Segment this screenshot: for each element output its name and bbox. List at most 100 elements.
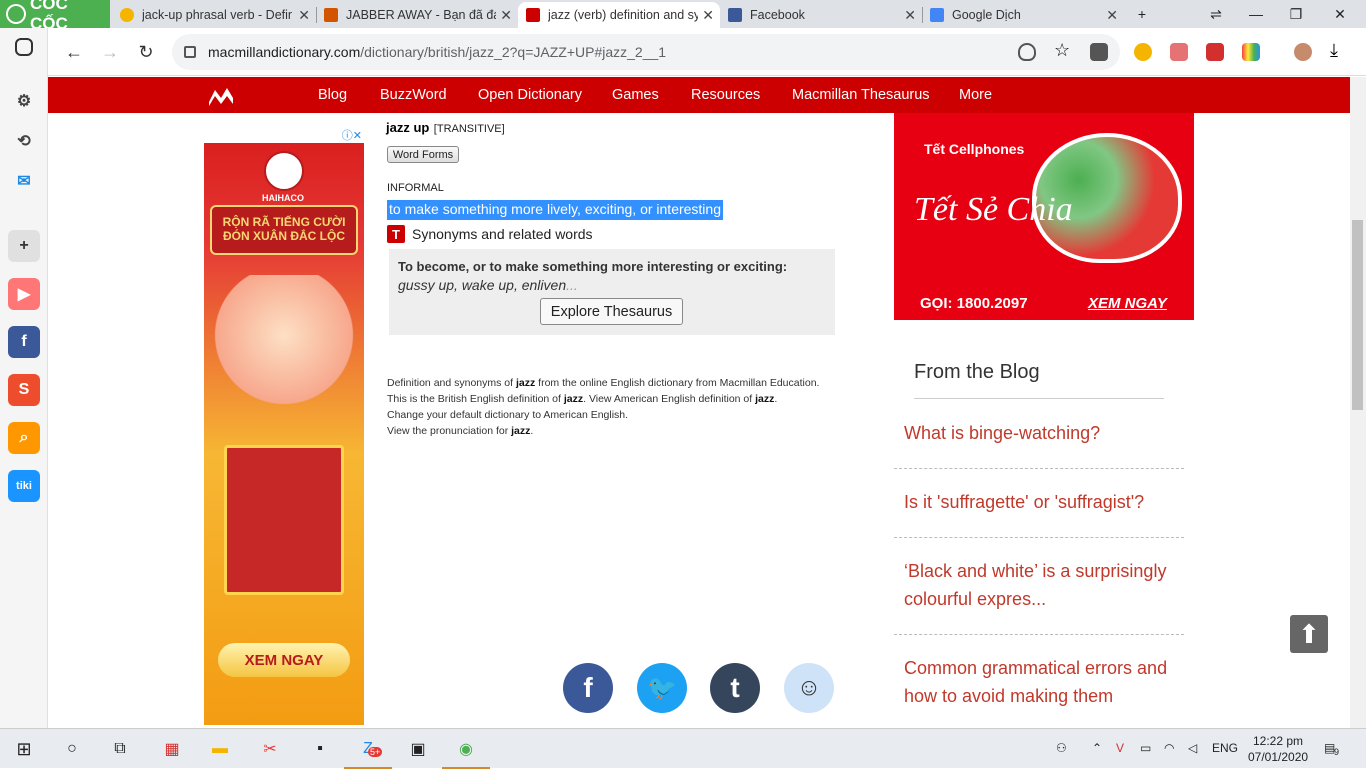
notification-icon[interactable]: ▤ 9 — [1324, 741, 1339, 757]
adchoices-icon[interactable]: ⓘ✕ — [342, 127, 362, 143]
language-indicator[interactable]: ENG — [1212, 741, 1238, 755]
blog-link[interactable]: ‘Black and white’ is a surprisingly colo… — [904, 557, 1184, 613]
ad-cta-button[interactable]: XEM NGAY — [218, 643, 350, 677]
new-tab-button[interactable]: + — [1122, 0, 1162, 28]
change-dictionary-link[interactable]: Change your default dictionary to Americ… — [387, 407, 857, 423]
maximize-button[interactable]: ❐ — [1276, 0, 1316, 28]
settings-gear-icon[interactable]: ⚙ — [8, 85, 40, 117]
tab-google-translate[interactable]: Google Dịch ✕ — [922, 2, 1124, 28]
search-circle-icon[interactable]: ○ — [58, 735, 86, 763]
thesaurus-heading: To become, or to make something more int… — [398, 259, 788, 274]
coccoc-logo[interactable]: CỐC CỐC — [0, 0, 110, 33]
task-view-icon[interactable]: ⧉ — [106, 735, 134, 763]
sticky-notes-icon[interactable]: ▪ — [306, 735, 334, 763]
facebook-share-icon[interactable]: f — [563, 663, 613, 713]
blog-link[interactable]: Is it 'suffragette' or 'suffragist'? — [904, 488, 1184, 516]
tumblr-share-icon[interactable]: t — [710, 663, 760, 713]
page-scrollbar[interactable] — [1350, 77, 1366, 728]
volume-icon[interactable]: ◁ — [1188, 741, 1197, 755]
history-icon[interactable]: ⟲ — [8, 125, 40, 157]
back-button[interactable]: ← — [60, 38, 88, 66]
coccoc-taskbar-icon[interactable]: ◉ — [442, 735, 490, 769]
word-forms-button[interactable]: Word Forms — [387, 146, 459, 163]
american-definition-link[interactable]: . View American English definition of — [583, 393, 755, 405]
thesaurus-word-list[interactable]: gussy up, wake up, enliven — [398, 277, 566, 293]
tab-jabber-away[interactable]: JABBER AWAY - Bạn đã đánh ✕ — [316, 2, 518, 28]
tray-chevron-icon[interactable]: ⌃ — [1092, 741, 1102, 755]
search-app-icon[interactable]: ⌕ — [8, 422, 40, 454]
close-icon[interactable]: ✕ — [702, 7, 714, 24]
store-app-icon[interactable]: ▣ — [404, 735, 432, 763]
tiki-icon[interactable]: tiki — [8, 470, 40, 502]
left-ad-banner[interactable]: ⓘ✕ HAIHACO RỘN RÃ TIẾNG CƯỜI ĐÓN XUÂN ĐẮ… — [204, 125, 364, 725]
close-icon[interactable]: ✕ — [1106, 7, 1118, 24]
zalo-app-icon[interactable]: Z5+ — [344, 735, 392, 769]
footnote-line-4[interactable]: View the pronunciation for jazz. — [387, 423, 857, 439]
shopee-icon[interactable]: S — [8, 374, 40, 406]
tab-facebook[interactable]: Facebook ✕ — [720, 2, 922, 28]
shield-icon[interactable] — [1018, 43, 1036, 61]
youtube-icon[interactable]: ▶ — [8, 278, 40, 310]
paint-app-icon[interactable]: ▦ — [158, 735, 186, 763]
scrollbar-thumb[interactable] — [1352, 220, 1363, 410]
forward-button[interactable]: → — [96, 38, 124, 66]
close-icon[interactable]: ✕ — [298, 7, 310, 24]
profile-avatar[interactable] — [1294, 43, 1312, 61]
minimize-button[interactable]: — — [1236, 0, 1276, 28]
footnote-word[interactable]: jazz — [755, 393, 774, 405]
wifi-icon[interactable]: ◠ — [1164, 741, 1174, 755]
unikey-icon[interactable]: V — [1116, 741, 1124, 755]
footnote-word[interactable]: jazz — [511, 425, 530, 437]
taskbar-clock[interactable]: 12:22 pm 07/01/2020 — [1248, 733, 1308, 765]
clock-date: 07/01/2020 — [1248, 750, 1309, 764]
pronunciation-link[interactable]: View the pronunciation for — [387, 425, 511, 437]
synonyms-link[interactable]: T Synonyms and related words — [387, 225, 593, 243]
messenger-icon[interactable]: ✉ — [8, 165, 40, 197]
tab-jazz-active[interactable]: jazz (verb) definition and sy ✕ — [518, 2, 720, 28]
download-arrow-icon[interactable]: ⤓ — [1330, 40, 1348, 60]
address-bar[interactable]: macmillandictionary.com/dictionary/briti… — [172, 34, 1120, 70]
download-icon[interactable] — [1090, 43, 1108, 61]
close-icon[interactable]: ✕ — [500, 7, 512, 24]
tab-title: jazz (verb) definition and sy — [548, 8, 698, 22]
browser-sidebar: ⚙ ⟲ ✉ + ▶ f S ⌕ tiki — [0, 28, 48, 728]
nav-macmillan-thesaurus[interactable]: Macmillan Thesaurus — [792, 87, 930, 103]
nav-blog[interactable]: Blog — [318, 87, 347, 103]
thesaurus-box: To become, or to make something more int… — [389, 249, 835, 335]
facebook-icon[interactable]: f — [8, 326, 40, 358]
explore-thesaurus-button[interactable]: Explore Thesaurus — [540, 298, 683, 325]
blog-link[interactable]: What is binge-watching? — [904, 419, 1184, 447]
nav-resources[interactable]: Resources — [691, 87, 760, 103]
nav-games[interactable]: Games — [612, 87, 659, 103]
sidebar-toggle-icon[interactable] — [15, 38, 33, 56]
bookmark-star-icon[interactable]: ☆ — [1054, 40, 1072, 60]
sync-extension-icon[interactable] — [1206, 43, 1224, 61]
close-window-button[interactable]: ✕ — [1320, 0, 1360, 28]
scroll-to-top-button[interactable]: ⬆ — [1290, 615, 1328, 653]
blog-link[interactable]: Common grammatical errors and how to avo… — [904, 654, 1184, 710]
file-explorer-icon[interactable]: ▬ — [206, 735, 234, 763]
reddit-share-icon[interactable]: ☺ — [784, 663, 834, 713]
snipping-tool-icon[interactable]: ✂ — [256, 735, 284, 763]
tab-search-icon[interactable]: ⇌ — [1196, 0, 1236, 28]
nav-buzzword[interactable]: BuzzWord — [380, 87, 447, 103]
macmillan-logo-icon[interactable] — [208, 84, 234, 106]
close-icon[interactable]: ✕ — [904, 7, 916, 24]
nav-more[interactable]: More — [959, 87, 992, 103]
nav-open-dictionary[interactable]: Open Dictionary — [478, 87, 582, 103]
site-navbar: Blog BuzzWord Open Dictionary Games Reso… — [48, 77, 1350, 113]
right-ad-banner[interactable]: Tết Cellphones Tết Sẻ Chia GỌI: 1800.209… — [894, 113, 1194, 320]
people-icon[interactable]: ⚇ — [1056, 741, 1067, 755]
add-shortcut-icon[interactable]: + — [8, 230, 40, 262]
windows-start-icon[interactable]: ⊞ — [10, 735, 38, 763]
ad-brand: HAIHACO — [262, 193, 304, 203]
chrome-extension-icon[interactable] — [1134, 43, 1152, 61]
adblock-icon[interactable] — [1170, 43, 1188, 61]
tab-jack-up[interactable]: jack-up phrasal verb - Defin ✕ — [112, 2, 316, 28]
footnote-text: . — [530, 425, 534, 437]
battery-icon[interactable]: ▭ — [1140, 741, 1151, 755]
reload-button[interactable]: ↻ — [132, 38, 160, 66]
twitter-share-icon[interactable]: 🐦 — [637, 663, 687, 713]
ad-cta-link[interactable]: XEM NGAY — [1088, 295, 1167, 312]
color-picker-icon[interactable] — [1242, 43, 1260, 61]
